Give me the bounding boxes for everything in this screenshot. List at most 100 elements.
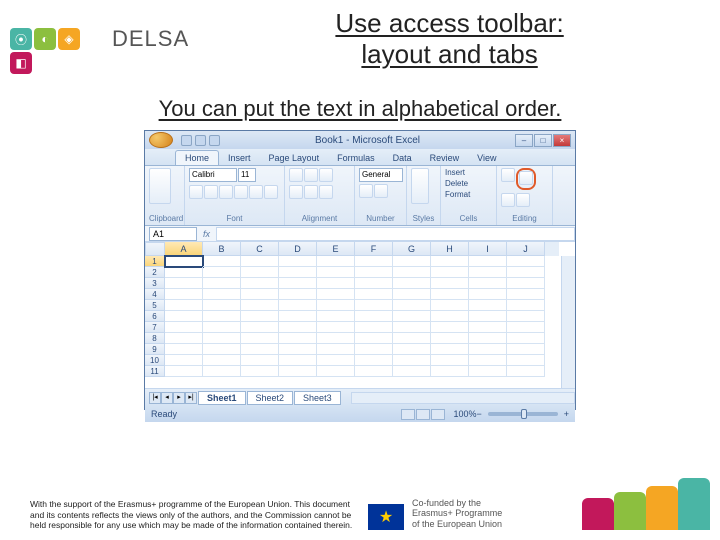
column-header[interactable]: G	[393, 242, 431, 256]
row-header[interactable]: 2	[145, 267, 165, 278]
cell[interactable]	[393, 289, 431, 300]
cell[interactable]	[355, 344, 393, 355]
cell[interactable]	[203, 344, 241, 355]
cell[interactable]	[279, 355, 317, 366]
cell[interactable]	[393, 267, 431, 278]
cell[interactable]	[279, 289, 317, 300]
column-header[interactable]: D	[279, 242, 317, 256]
cell[interactable]	[241, 355, 279, 366]
column-header[interactable]: H	[431, 242, 469, 256]
cell[interactable]	[241, 289, 279, 300]
row-header[interactable]: 5	[145, 300, 165, 311]
cell[interactable]	[431, 333, 469, 344]
office-button[interactable]	[149, 132, 173, 148]
cell[interactable]	[317, 311, 355, 322]
row-header[interactable]: 8	[145, 333, 165, 344]
cell[interactable]	[355, 289, 393, 300]
tab-home[interactable]: Home	[175, 150, 219, 165]
cell[interactable]	[165, 278, 203, 289]
cell[interactable]	[203, 366, 241, 377]
cell-grid[interactable]	[165, 256, 561, 388]
cell[interactable]	[279, 300, 317, 311]
cell[interactable]	[317, 344, 355, 355]
insert-cells-button[interactable]: Insert	[445, 168, 492, 177]
cell[interactable]	[203, 278, 241, 289]
cell[interactable]	[317, 289, 355, 300]
cell[interactable]	[507, 289, 545, 300]
cell[interactable]	[393, 366, 431, 377]
paste-button[interactable]	[149, 168, 171, 204]
cell[interactable]	[165, 267, 203, 278]
cell[interactable]	[507, 366, 545, 377]
sheet-nav-prev[interactable]: ◂	[161, 392, 173, 404]
cell[interactable]	[431, 267, 469, 278]
column-header[interactable]: B	[203, 242, 241, 256]
cell[interactable]	[279, 333, 317, 344]
cell[interactable]	[507, 333, 545, 344]
cell[interactable]	[469, 366, 507, 377]
cell[interactable]	[203, 267, 241, 278]
cell[interactable]	[469, 289, 507, 300]
formula-input[interactable]	[216, 227, 575, 241]
tab-formulas[interactable]: Formulas	[328, 151, 384, 165]
redo-icon[interactable]	[209, 135, 220, 146]
cell[interactable]	[279, 256, 317, 267]
align-middle-button[interactable]	[304, 168, 318, 182]
italic-button[interactable]	[204, 185, 218, 199]
cell[interactable]	[469, 311, 507, 322]
cell[interactable]	[203, 322, 241, 333]
percent-button[interactable]	[374, 184, 388, 198]
sheet-tab[interactable]: Sheet2	[247, 391, 294, 405]
cell[interactable]	[507, 256, 545, 267]
vertical-scrollbar[interactable]	[561, 256, 575, 388]
cell[interactable]	[355, 366, 393, 377]
border-button[interactable]	[234, 185, 248, 199]
column-header[interactable]: A	[165, 242, 203, 256]
name-box[interactable]: A1	[149, 227, 197, 241]
cell[interactable]	[469, 344, 507, 355]
row-header[interactable]: 11	[145, 366, 165, 377]
sum-button[interactable]	[501, 168, 515, 182]
cell[interactable]	[355, 311, 393, 322]
column-header[interactable]: C	[241, 242, 279, 256]
cell[interactable]	[355, 355, 393, 366]
row-header[interactable]: 4	[145, 289, 165, 300]
cell[interactable]	[317, 333, 355, 344]
cell[interactable]	[507, 322, 545, 333]
styles-button[interactable]	[411, 168, 429, 204]
cell[interactable]	[431, 289, 469, 300]
cell[interactable]	[203, 256, 241, 267]
cell[interactable]	[203, 300, 241, 311]
fill-button[interactable]	[501, 193, 515, 207]
horizontal-scrollbar[interactable]	[351, 392, 575, 404]
cell[interactable]	[165, 300, 203, 311]
cell[interactable]	[317, 355, 355, 366]
cell[interactable]	[469, 322, 507, 333]
cell[interactable]	[279, 366, 317, 377]
column-header[interactable]: E	[317, 242, 355, 256]
align-left-button[interactable]	[289, 185, 303, 199]
cell[interactable]	[507, 267, 545, 278]
cell[interactable]	[279, 344, 317, 355]
cell[interactable]	[241, 278, 279, 289]
sheet-nav-next[interactable]: ▸	[173, 392, 185, 404]
cell[interactable]	[165, 256, 203, 267]
cell[interactable]	[431, 344, 469, 355]
cell[interactable]	[431, 278, 469, 289]
cell[interactable]	[507, 355, 545, 366]
cell[interactable]	[355, 256, 393, 267]
find-button[interactable]	[516, 193, 530, 207]
cell[interactable]	[393, 344, 431, 355]
cell[interactable]	[393, 256, 431, 267]
cell[interactable]	[393, 278, 431, 289]
sheet-tab[interactable]: Sheet1	[198, 391, 246, 405]
cell[interactable]	[279, 311, 317, 322]
normal-view-button[interactable]	[401, 409, 415, 420]
cell[interactable]	[279, 267, 317, 278]
cell[interactable]	[241, 311, 279, 322]
cell[interactable]	[469, 355, 507, 366]
cell[interactable]	[469, 300, 507, 311]
cell[interactable]	[241, 300, 279, 311]
cell[interactable]	[317, 300, 355, 311]
sheet-nav-last[interactable]: ▸|	[185, 392, 197, 404]
